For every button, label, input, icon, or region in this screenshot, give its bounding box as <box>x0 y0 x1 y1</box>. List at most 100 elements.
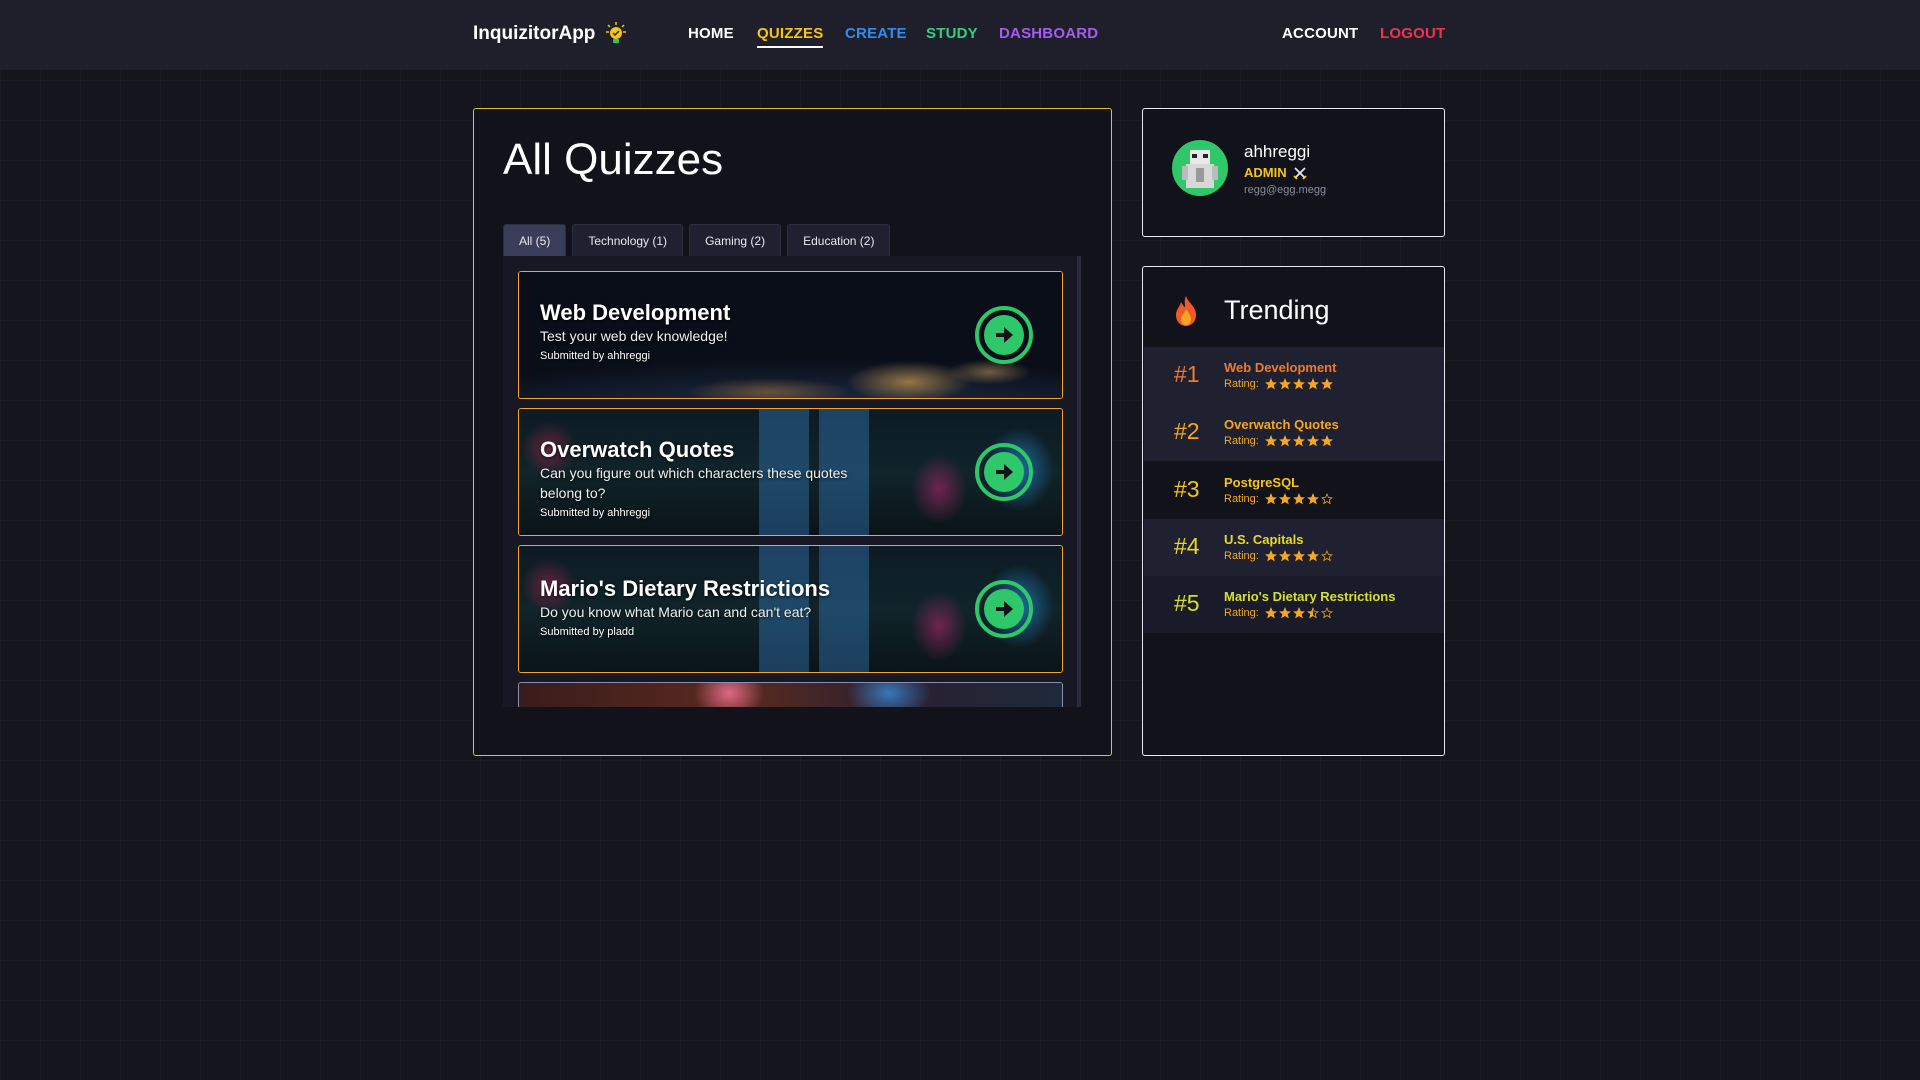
star-empty-icon <box>1320 607 1333 619</box>
profile-role: ADMIN <box>1244 165 1307 180</box>
star-filled-icon <box>1264 493 1277 505</box>
nav-study-link[interactable]: STUDY <box>926 25 978 42</box>
star-filled-icon <box>1264 607 1277 619</box>
trending-rating: Rating: <box>1224 493 1333 505</box>
star-rating <box>1264 435 1333 447</box>
profile-username: ahhreggi <box>1244 142 1311 161</box>
trending-title: Trending <box>1224 295 1330 325</box>
nav-account-link[interactable]: ACCOUNT <box>1282 25 1358 42</box>
trending-rank: #2 <box>1174 418 1200 444</box>
quiz-card-partial[interactable] <box>518 682 1063 707</box>
trending-rating: Rating: <box>1224 378 1333 390</box>
trending-quiz-name[interactable]: Overwatch Quotes <box>1224 417 1339 432</box>
star-filled-icon <box>1306 435 1319 447</box>
trending-card: Trending #1 Web Development Rating: #2 Overw… <box>1142 266 1445 756</box>
star-filled-icon <box>1306 378 1319 390</box>
quiz-title: Web Development <box>540 300 731 325</box>
star-filled-icon <box>1292 435 1305 447</box>
start-quiz-button[interactable] <box>975 306 1033 364</box>
trending-item[interactable]: #2 Overwatch Quotes Rating: <box>1144 404 1444 461</box>
trending-rating: Rating: <box>1224 435 1333 447</box>
quiz-description: Can you figure out which characters thes… <box>540 465 848 501</box>
star-filled-icon <box>1278 378 1291 390</box>
trending-rank: #1 <box>1174 361 1200 387</box>
star-rating <box>1264 493 1333 505</box>
rating-label: Rating: <box>1224 607 1259 619</box>
page-title: All Quizzes <box>503 135 724 184</box>
rating-label: Rating: <box>1224 435 1259 447</box>
arrow-right-icon <box>984 452 1024 492</box>
quiz-list[interactable]: Web Development Test your web dev knowle… <box>503 256 1081 707</box>
star-filled-icon <box>1292 493 1305 505</box>
role-label: ADMIN <box>1244 165 1287 180</box>
star-rating <box>1264 378 1333 390</box>
scrollbar-thumb[interactable] <box>1077 256 1081 543</box>
quiz-description: Do you know what Mario can and can't eat… <box>540 604 812 620</box>
star-rating <box>1264 550 1333 562</box>
star-filled-icon <box>1320 435 1333 447</box>
nav-dashboard-link[interactable]: DASHBOARD <box>999 25 1098 42</box>
quiz-submitted-by: Submitted by pladd <box>540 626 635 638</box>
crossed-swords-icon <box>1292 166 1307 180</box>
flame-icon <box>1176 296 1196 326</box>
nav-home-link[interactable]: HOME <box>688 25 734 42</box>
rating-label: Rating: <box>1224 378 1259 390</box>
rating-label: Rating: <box>1224 493 1259 505</box>
star-filled-icon <box>1292 550 1305 562</box>
star-filled-icon <box>1306 550 1319 562</box>
star-filled-icon <box>1264 435 1277 447</box>
nav-logout-link[interactable]: LOGOUT <box>1380 25 1445 42</box>
star-empty-icon <box>1320 550 1333 562</box>
brand-name: InquizitorApp <box>473 23 596 44</box>
profile-card: ahhreggi ADMIN regg@egg.megg <box>1142 108 1445 237</box>
trending-quiz-name[interactable]: U.S. Capitals <box>1224 532 1303 547</box>
star-filled-icon <box>1264 550 1277 562</box>
start-quiz-button[interactable] <box>975 580 1033 638</box>
tab-all[interactable]: All (5) <box>503 224 567 256</box>
trending-quiz-name[interactable]: Web Development <box>1224 360 1336 375</box>
quiz-title: Overwatch Quotes <box>540 437 735 462</box>
quiz-description: Test your web dev knowledge! <box>540 328 728 344</box>
trending-item[interactable]: #3 PostgreSQL Rating: <box>1144 462 1444 519</box>
arrow-right-icon <box>984 315 1024 355</box>
trending-item[interactable]: #5 Mario's Dietary Restrictions Rating: <box>1144 576 1444 633</box>
nav-create-link[interactable]: CREATE <box>845 25 907 42</box>
star-filled-icon <box>1278 550 1291 562</box>
trending-rank: #5 <box>1174 590 1200 616</box>
top-navbar: InquizitorApp HOME QUIZZES CREATE STUDY … <box>0 0 1920 70</box>
category-tabs: All (5) Technology (1) Gaming (2) Educat… <box>503 224 891 256</box>
tab-education[interactable]: Education (2) <box>787 224 891 256</box>
trending-item[interactable]: #1 Web Development Rating: <box>1144 347 1444 404</box>
star-filled-icon <box>1278 435 1291 447</box>
arrow-right-icon <box>984 589 1024 629</box>
tab-technology[interactable]: Technology (1) <box>572 224 684 256</box>
all-quizzes-panel: All Quizzes All (5) Technology (1) Gamin… <box>473 108 1112 756</box>
trending-rating: Rating: <box>1224 550 1333 562</box>
star-filled-icon <box>1292 378 1305 390</box>
quiz-card-overwatch-quotes[interactable]: Overwatch Quotes Can you figure out whic… <box>518 408 1063 536</box>
quiz-card-web-development[interactable]: Web Development Test your web dev knowle… <box>518 271 1063 399</box>
star-filled-icon <box>1278 607 1291 619</box>
quiz-cover-image <box>519 683 1062 707</box>
quiz-submitted-by: Submitted by ahhreggi <box>540 350 651 362</box>
trending-item[interactable]: #4 U.S. Capitals Rating: <box>1144 519 1444 576</box>
quiz-card-marios-dietary-restrictions[interactable]: Mario's Dietary Restrictions Do you know… <box>518 545 1063 673</box>
profile-email: regg@egg.megg <box>1244 184 1327 196</box>
quiz-title: Mario's Dietary Restrictions <box>540 576 831 601</box>
nav-quizzes-link[interactable]: QUIZZES <box>757 25 824 48</box>
rating-label: Rating: <box>1224 550 1259 562</box>
trending-rank: #3 <box>1174 476 1200 502</box>
star-rating <box>1264 607 1333 619</box>
trending-rank: #4 <box>1174 533 1200 559</box>
star-filled-icon <box>1320 378 1333 390</box>
trending-rating: Rating: <box>1224 607 1333 619</box>
tab-gaming[interactable]: Gaming (2) <box>689 224 782 256</box>
trending-quiz-name[interactable]: PostgreSQL <box>1224 475 1299 490</box>
start-quiz-button[interactable] <box>975 443 1033 501</box>
star-filled-icon <box>1278 493 1291 505</box>
star-filled-icon <box>1292 607 1305 619</box>
brand-link[interactable]: InquizitorApp <box>473 20 629 48</box>
avatar[interactable] <box>1172 140 1228 196</box>
trending-quiz-name[interactable]: Mario's Dietary Restrictions <box>1224 589 1395 604</box>
quiz-submitted-by: Submitted by ahhreggi <box>540 507 651 519</box>
